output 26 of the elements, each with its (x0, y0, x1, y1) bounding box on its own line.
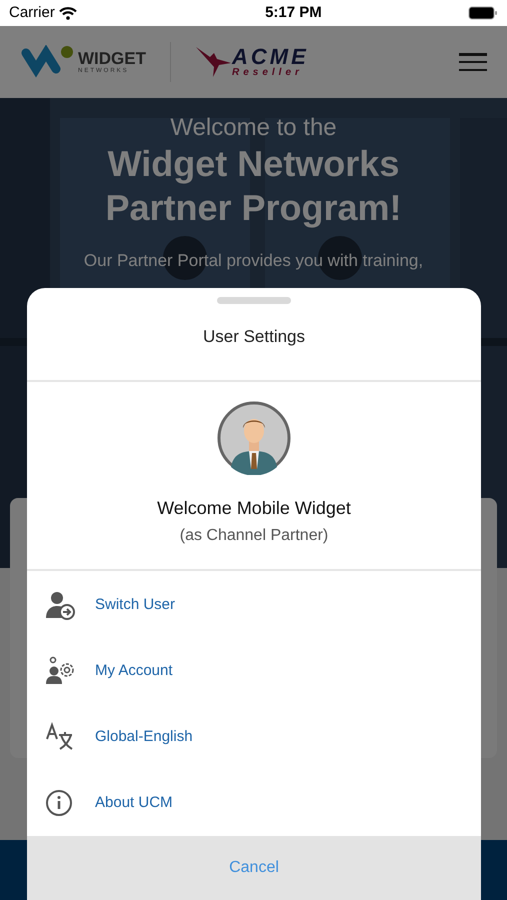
menu-item[interactable]: About UCM (27, 770, 481, 836)
partner-tagline: Reseller (232, 68, 304, 78)
wifi-icon (58, 6, 77, 20)
menu-item[interactable]: Global-English (27, 704, 481, 770)
hero-title: Widget Networks (108, 142, 400, 186)
battery-icon (468, 6, 498, 20)
user-name: Welcome Mobile Widget (157, 497, 351, 520)
hero-kicker: Welcome to the (170, 114, 337, 142)
user-role: (as Channel Partner) (180, 526, 328, 546)
hero-title: Partner Program! (105, 186, 402, 230)
menu-item[interactable]: Switch User (27, 572, 481, 638)
partner-name: ACME (232, 46, 309, 68)
translate-icon (45, 722, 75, 752)
clock-time: 5:17 PM (265, 2, 322, 23)
user-gear-icon (45, 656, 75, 686)
menu-button[interactable] (459, 50, 487, 74)
bird-logo-icon (195, 45, 231, 79)
user-arrow-icon (45, 590, 75, 620)
carrier-label: Carrier (9, 2, 55, 23)
sheet-title: User Settings (202, 326, 306, 348)
brand-name: WIDGET (78, 50, 146, 67)
drag-handle[interactable] (217, 297, 291, 304)
info-icon (45, 789, 73, 817)
logo-icon (20, 45, 74, 79)
hero-text: Our Partner Portal provides you with training, (84, 250, 424, 272)
menu-item[interactable]: My Account (27, 638, 481, 704)
